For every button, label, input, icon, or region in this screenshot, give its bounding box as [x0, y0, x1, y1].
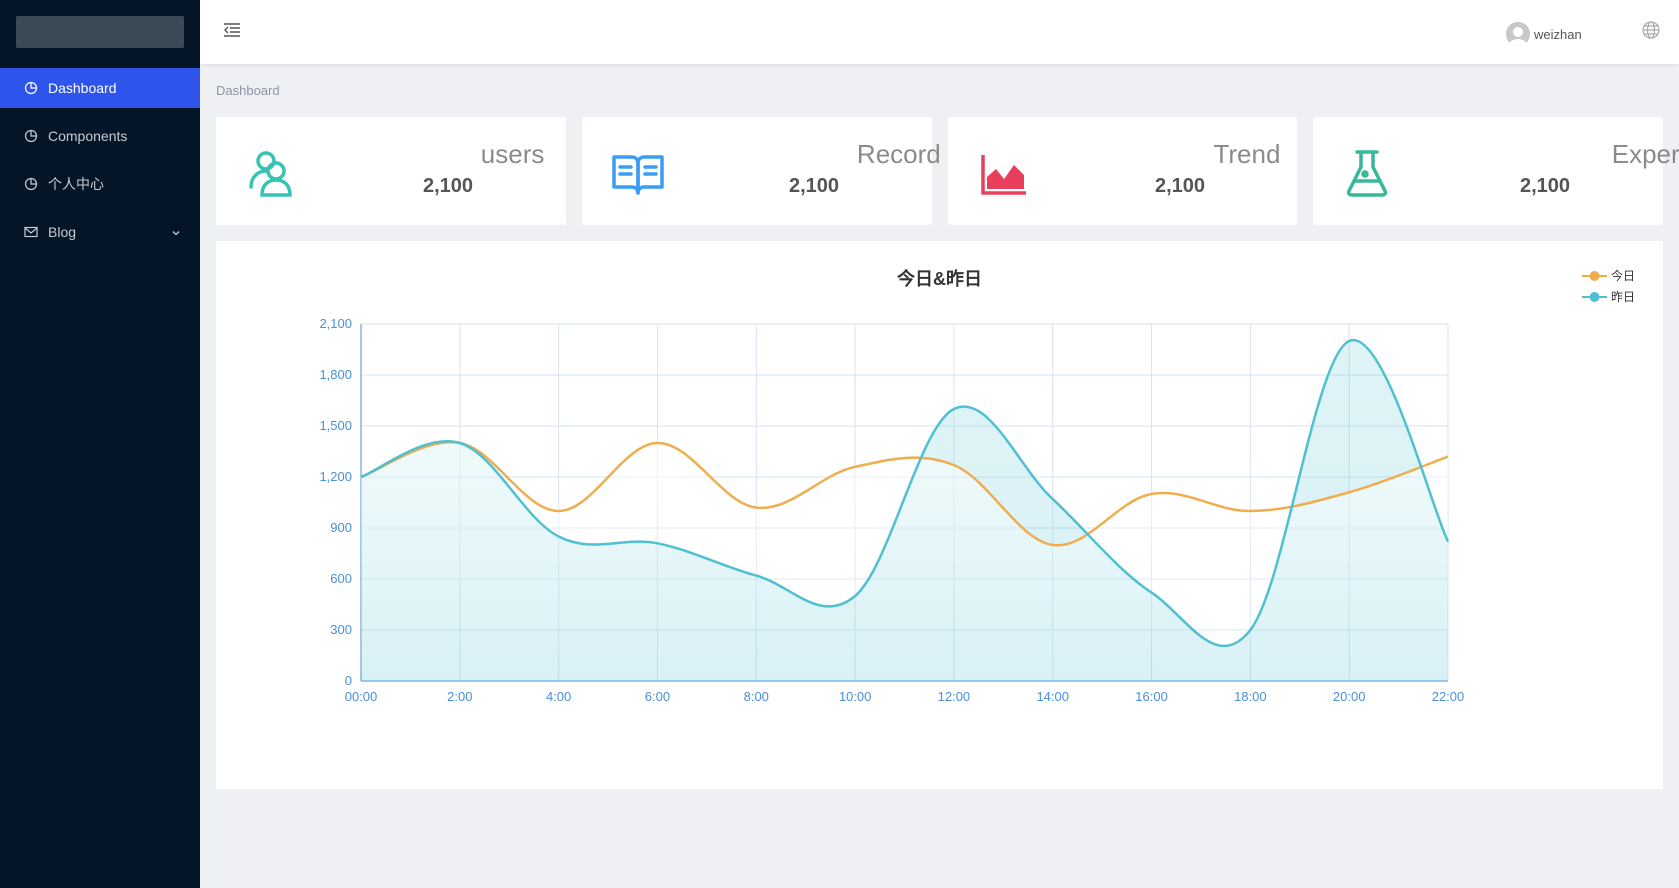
flask-icon [1343, 147, 1395, 199]
y-tick-label: 1,200 [319, 469, 352, 484]
sidebar-menu: Dashboard Components 个人中心 Blog [0, 68, 200, 260]
stat-card-record[interactable]: Record 2,100 [582, 117, 941, 225]
x-tick-label: 8:00 [744, 689, 769, 704]
sidebar: Dashboard Components 个人中心 Blog [0, 0, 200, 888]
card-value: 2,100 [1155, 175, 1206, 197]
y-tick-label: 2,100 [319, 316, 352, 331]
pie-chart-icon [24, 129, 38, 143]
card-value: 2,100 [1520, 175, 1571, 197]
card-title: Trend [1213, 139, 1281, 169]
legend-marker-icon [1582, 270, 1607, 281]
stat-card-trend[interactable]: Trend 2,100 [948, 117, 1297, 225]
sidebar-item-label: Blog [48, 224, 77, 240]
area-chart-icon [978, 147, 1030, 199]
sidebar-item-label: Dashboard [48, 80, 117, 96]
series-area-today [361, 442, 1448, 681]
sidebar-item-profile[interactable]: 个人中心 [0, 164, 200, 204]
user-name: weizhan [1534, 26, 1582, 42]
mail-icon [24, 225, 38, 239]
stat-card-experiment[interactable]: Experiment 2,100 [1313, 117, 1679, 225]
y-tick-label: 1,800 [319, 367, 352, 382]
legend-marker-icon [1582, 291, 1607, 302]
chart-panel: 0 300 600 900 1,200 1,500 1,800 2,100 00:00 2:00 4… [216, 241, 1663, 789]
y-tick-label: 900 [330, 520, 352, 535]
chart-title: 今日&昨日 [897, 269, 982, 289]
menu-fold-icon[interactable] [222, 20, 242, 40]
sidebar-item-blog[interactable]: Blog [0, 212, 200, 252]
x-tick-label: 16:00 [1135, 689, 1168, 704]
x-tick-label: 4:00 [546, 689, 571, 704]
x-tick-label: 10:00 [839, 689, 872, 704]
globe-icon[interactable] [1641, 20, 1661, 40]
x-tick-label: 12:00 [938, 689, 971, 704]
card-title: Experiment [1611, 139, 1679, 169]
legend-label: 今日 [1611, 269, 1636, 283]
legend-item-yesterday[interactable]: 昨日 [1582, 286, 1635, 307]
book-icon [612, 147, 664, 199]
sidebar-item-label: Components [48, 128, 128, 144]
legend-label: 昨日 [1611, 290, 1636, 304]
user-menu[interactable]: weizhan [1506, 22, 1582, 46]
chevron-down-icon [170, 226, 182, 238]
line-chart: 0 300 600 900 1,200 1,500 1,800 2,100 00:00 2:00 4… [319, 316, 1465, 704]
stat-card-users[interactable]: users 2,100 [216, 117, 566, 225]
card-value: 2,100 [789, 175, 840, 197]
x-tick-label: 20:00 [1333, 689, 1366, 704]
sidebar-item-label: 个人中心 [48, 176, 104, 192]
breadcrumb[interactable]: Dashboard [216, 83, 280, 98]
sidebar-item-components[interactable]: Components [0, 116, 200, 156]
x-tick-label: 00:00 [345, 689, 378, 704]
x-tick-label: 14:00 [1036, 689, 1069, 704]
x-tick-label: 2:00 [447, 689, 472, 704]
card-title: users [480, 139, 545, 169]
card-value: 2,100 [423, 175, 474, 197]
y-tick-label: 1,500 [319, 418, 352, 433]
header: weizhan [200, 0, 1679, 64]
pie-chart-icon [24, 81, 38, 95]
card-title: Record [856, 139, 941, 169]
x-tick-label: 22:00 [1432, 689, 1465, 704]
avatar [1506, 22, 1530, 46]
y-tick-label: 600 [330, 571, 352, 586]
chart-legend: 今日 昨日 [1582, 265, 1635, 307]
legend-item-today[interactable]: 今日 [1582, 265, 1635, 286]
y-tick-label: 0 [345, 673, 352, 688]
pie-chart-icon [24, 177, 38, 191]
x-tick-label: 18:00 [1234, 689, 1267, 704]
logo[interactable] [16, 16, 184, 48]
x-tick-label: 6:00 [645, 689, 670, 704]
y-tick-label: 300 [330, 622, 352, 637]
users-icon [246, 147, 298, 199]
sidebar-item-dashboard[interactable]: Dashboard [0, 68, 200, 108]
